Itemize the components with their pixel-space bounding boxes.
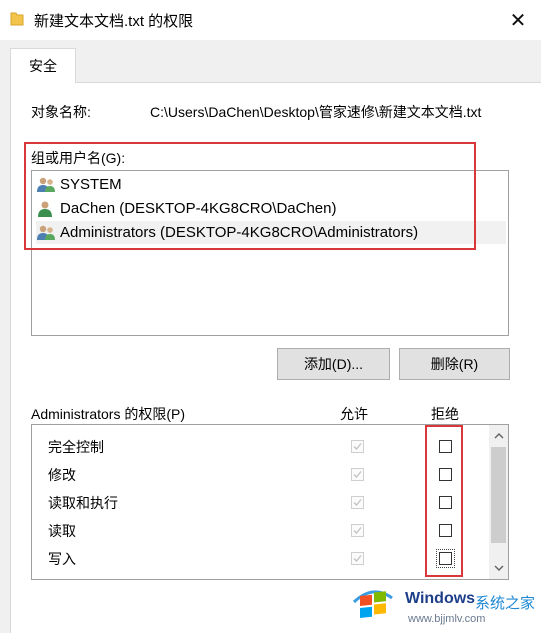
group-or-user-label: 组或用户名(G): xyxy=(31,150,126,166)
users-group-icon xyxy=(37,225,55,240)
allow-checkbox-full-control xyxy=(351,440,364,453)
permission-name: 读取 xyxy=(48,523,76,539)
object-name-value: C:\Users\DaChen\Desktop\管家速修\新建文本文档.txt xyxy=(150,104,482,120)
permission-row-read: 读取 xyxy=(48,520,76,542)
watermark-windows-text: Windows xyxy=(405,590,476,607)
users-group-icon xyxy=(37,177,55,192)
check-icon xyxy=(353,527,362,534)
add-button[interactable]: 添加(D)... xyxy=(277,348,390,380)
permission-name: 读取和执行 xyxy=(48,495,118,511)
list-item-dachen[interactable]: DaChen (DESKTOP-4KG8CRO\DaChen) xyxy=(36,197,337,220)
list-item-label: Administrators (DESKTOP-4KG8CRO\Administ… xyxy=(60,224,419,241)
permissions-scrollbar[interactable] xyxy=(489,425,508,579)
allow-column-header: 允许 xyxy=(340,406,368,422)
check-icon xyxy=(353,555,362,562)
permission-name: 完全控制 xyxy=(48,439,104,455)
chevron-down-icon xyxy=(494,565,503,571)
allow-checkbox-read-execute xyxy=(351,496,364,509)
deny-column-header: 拒绝 xyxy=(431,406,459,422)
deny-checkbox-modify[interactable] xyxy=(439,468,452,481)
permission-row-modify: 修改 xyxy=(48,464,76,486)
list-item-system[interactable]: SYSTEM xyxy=(36,173,122,196)
list-item-administrators[interactable]: Administrators (DESKTOP-4KG8CRO\Administ… xyxy=(36,221,506,244)
tab-security[interactable]: 安全 xyxy=(10,48,76,83)
check-icon xyxy=(353,443,362,450)
permissions-list: 完全控制 修改 读取和执行 读取 写入 xyxy=(31,424,509,580)
object-name-label: 对象名称: xyxy=(31,104,91,120)
permission-row-write: 写入 xyxy=(48,548,76,570)
window-title: 新建文本文档.txt 的权限 xyxy=(34,13,194,30)
user-icon xyxy=(38,201,52,217)
chevron-up-icon xyxy=(494,433,503,439)
allow-checkbox-read xyxy=(351,524,364,537)
watermark-site-name: 系统之家 xyxy=(475,595,536,612)
watermark: Windows 系统之家 www.bjjmlv.com xyxy=(350,580,541,632)
deny-checkbox-write[interactable] xyxy=(436,549,455,568)
permission-row-full-control: 完全控制 xyxy=(48,436,104,458)
check-icon xyxy=(353,471,362,478)
scroll-down-button[interactable] xyxy=(489,559,508,577)
check-icon xyxy=(353,499,362,506)
close-icon: ✕ xyxy=(509,9,527,32)
scroll-thumb[interactable] xyxy=(491,447,506,543)
title-bar: 新建文本文档.txt 的权限 ✕ xyxy=(0,0,541,40)
remove-button[interactable]: 删除(R) xyxy=(399,348,510,380)
folder-icon xyxy=(10,12,24,26)
windows-logo-icon xyxy=(352,590,393,618)
permission-row-read-execute: 读取和执行 xyxy=(48,492,118,514)
deny-checkbox-read-execute[interactable] xyxy=(439,496,452,509)
deny-checkbox-read[interactable] xyxy=(439,524,452,537)
watermark-url: www.bjjmlv.com xyxy=(408,613,486,625)
group-user-list[interactable]: SYSTEM DaChen (DESKTOP-4KG8CRO\DaChen) A… xyxy=(31,170,509,336)
scroll-up-button[interactable] xyxy=(489,427,508,445)
tab-security-label: 安全 xyxy=(29,58,57,74)
list-item-label: DaChen (DESKTOP-4KG8CRO\DaChen) xyxy=(60,200,337,217)
permission-name: 修改 xyxy=(48,467,76,483)
list-item-label: SYSTEM xyxy=(60,176,122,193)
permissions-header: Administrators 的权限(P) xyxy=(31,406,186,422)
deny-checkbox-full-control[interactable] xyxy=(439,440,452,453)
allow-checkbox-modify xyxy=(351,468,364,481)
permission-name: 写入 xyxy=(48,551,76,567)
close-button[interactable]: ✕ xyxy=(495,0,541,40)
allow-checkbox-write xyxy=(351,552,364,565)
